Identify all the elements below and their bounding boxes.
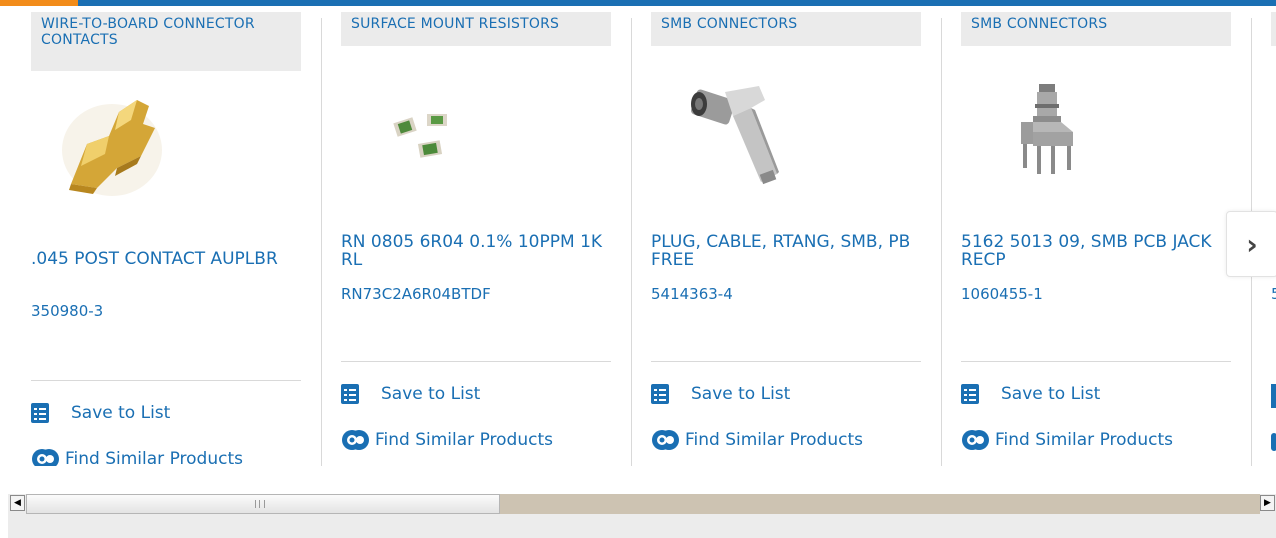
product-image-smb-jack[interactable] [1013,82,1083,180]
save-to-list-label: Save to List [71,403,171,423]
category-label[interactable]: WIRE-TO-BOARD CONNECTOR CONTACTS [31,12,301,71]
checklist-icon [1271,384,1276,408]
product-card: WIRE-TO-BOARD CONNECTOR CONTACTS .045 PO… [31,6,321,466]
card-divider [961,361,1231,362]
product-carousel: WIRE-TO-BOARD CONNECTOR CONTACTS .045 PO… [0,6,1276,466]
card-divider [341,361,611,362]
page-footer-area [8,514,1276,538]
part-number[interactable]: 1060455-1 [961,285,1043,303]
card-separator [631,18,632,466]
category-label[interactable]: SMB CONNECTORS [651,12,921,46]
checklist-icon [651,384,669,404]
part-number[interactable]: 5 [1271,285,1276,303]
product-card: SURFACE MOUNT RESISTORS RN 0805 6R04 0.1… [341,6,631,466]
similar-products-icon [962,430,989,450]
scroll-left-arrow-icon[interactable]: ◀ [10,495,25,511]
similar-products-icon [1271,433,1276,451]
similar-products-icon [32,449,59,466]
card-divider [31,380,301,381]
category-label [1271,12,1276,46]
save-to-list-label: Save to List [691,384,791,404]
part-number[interactable]: 5414363-4 [651,285,733,303]
part-number[interactable]: 350980-3 [31,302,103,320]
save-to-list-button[interactable]: Save to List [651,384,790,404]
scrollbar-track[interactable] [500,494,1260,514]
category-label[interactable]: SURFACE MOUNT RESISTORS [341,12,611,46]
similar-products-icon [652,430,679,450]
product-title[interactable]: PLUG, CABLE, RTANG, SMB, PB FREE [651,233,931,269]
find-similar-button[interactable]: Find Similar Products [961,428,1173,452]
find-similar-label: Find Similar Products [685,430,863,450]
product-image-smb-plug[interactable] [689,78,789,186]
card-divider [651,361,921,362]
product-image-resistors[interactable] [389,110,459,162]
product-card: SMB CONNECTORS PLUG, CABLE, RTANG, SMB, … [651,6,941,466]
save-to-list-button[interactable]: Save to List [961,384,1100,404]
product-title[interactable]: 5162 5013 09, SMB PCB JACK RECP [961,233,1241,269]
save-to-list-button[interactable]: Save to List [31,403,170,423]
similar-products-icon [342,430,369,450]
find-similar-label: Find Similar Products [65,449,243,466]
scrollbar-thumb[interactable] [26,494,500,514]
scrollbar-grip-icon [255,500,265,508]
checklist-icon [961,384,979,404]
save-to-list-label: Save to List [381,384,481,404]
save-to-list-label: Save to List [1001,384,1101,404]
save-to-list-button[interactable]: Save to List [341,384,480,404]
scroll-right-arrow-icon[interactable]: ▶ [1260,495,1275,511]
find-similar-button[interactable]: Find Similar Products [31,447,243,466]
category-label[interactable]: SMB CONNECTORS [961,12,1231,46]
product-image-contact[interactable] [57,84,171,202]
find-similar-label: Find Similar Products [375,430,553,450]
carousel-next-button[interactable]: › [1226,211,1276,277]
checklist-icon [31,403,49,423]
find-similar-label: Find Similar Products [995,430,1173,450]
find-similar-button[interactable]: Find Similar Products [651,428,863,452]
part-number[interactable]: RN73C2A6R04BTDF [341,285,491,303]
card-separator [321,18,322,466]
checklist-icon [341,384,359,404]
horizontal-scrollbar[interactable]: ◀ ▶ [8,494,1276,514]
product-card: SMB CONNECTORS 5162 5013 09, SMB PCB JAC… [961,6,1251,466]
card-separator [941,18,942,466]
find-similar-button[interactable]: Find Similar Products [341,428,553,452]
product-title[interactable]: RN 0805 6R04 0.1% 10PPM 1K RL [341,233,621,269]
product-title[interactable]: .045 POST CONTACT AUPLBR [31,250,311,268]
